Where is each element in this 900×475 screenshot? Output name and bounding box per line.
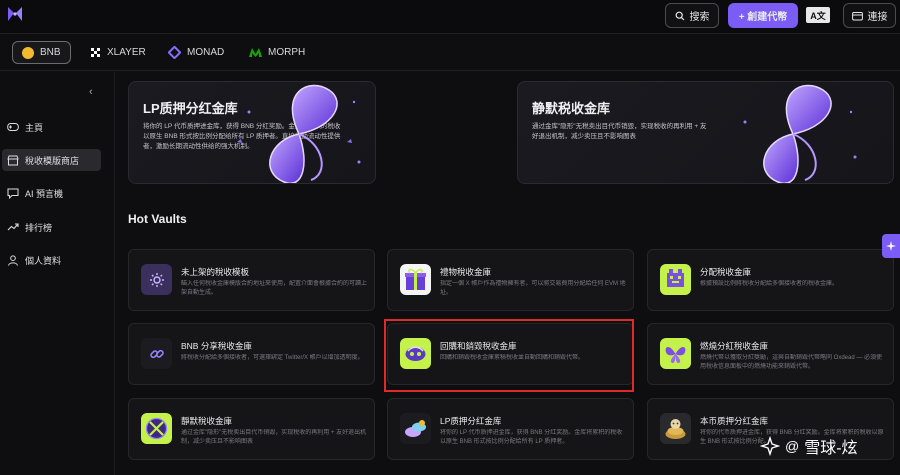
connect-label: 連接 bbox=[867, 12, 888, 23]
sparkle-icon bbox=[886, 241, 896, 251]
language-toggle[interactable]: A文 bbox=[806, 7, 830, 23]
vault-card-title: 禮物稅收金庫 bbox=[440, 267, 492, 277]
monad-icon bbox=[168, 46, 181, 59]
chevron-left-icon[interactable]: ‹ bbox=[89, 86, 93, 98]
highlight-box bbox=[384, 319, 634, 392]
sidebar-item-label: 個人資料 bbox=[25, 255, 62, 266]
watermark-at: @ bbox=[785, 438, 800, 454]
vault-card-gift[interactable]: 禮物稅收金庫 指定一個 X 帳戶作為禮物擁有者，可以將交易費用分配給任何 EVM… bbox=[387, 249, 634, 311]
banner-silent-vault[interactable]: 静默税收金库 通过金库"隐形"无税卖出目代币销毁，实现税收的再利用 + 友好退出… bbox=[517, 81, 894, 184]
search-icon bbox=[675, 11, 684, 20]
vault-card-distribution[interactable]: 分配稅收金庫 根據預設比例將稅收分配給多個接收者的稅收金庫。 bbox=[647, 249, 894, 311]
top-bar: 搜索 + 創建代幣 A文 連接 bbox=[0, 0, 900, 34]
vault-card-burn-dividend[interactable]: 燃燒分紅稅收金庫 燃燒代幣以獲取分紅獎勵，這與自動銷毀代幣略同 Oxdead —… bbox=[647, 323, 894, 385]
sidebar: ‹ 主頁 稅收模版商店 AI 預言機 排行榜 個人資料 bbox=[0, 72, 115, 475]
vault-card-lp-stake[interactable]: LP质押分红金库 将你的 LP 代币质押进金库，获得 BNB 分红奖励。金库将累… bbox=[387, 398, 634, 460]
sidebar-item-label: 主頁 bbox=[25, 122, 44, 133]
morph-icon bbox=[249, 48, 262, 57]
vault-card-description: 将你的 LP 代币质押进金库，获得 BNB 分红奖励。金库将累积的税收以原生 B… bbox=[440, 430, 623, 445]
vault-card-description: 通过金库"隐形"无税卖出目代币销毁，实现税收的再利用 + 友好退出机制，减少卖压… bbox=[181, 430, 367, 445]
banner-lp-staking[interactable]: LP质押分红金库 将你的 LP 代币质押进金库，获得 BNB 分红奖励。金库将累… bbox=[128, 81, 376, 184]
vault-card-description: 燃燒代幣以獲取分紅獎勵，這與自動銷毀代幣略同 Oxdead — 必須使用稅收信息… bbox=[700, 355, 883, 370]
watermark: @ 雪球-炫 bbox=[760, 434, 858, 458]
vault-card-silent[interactable]: 靜默稅收金庫 通过金库"隐形"无税卖出目代币销毁，实现税收的再利用 + 友好退出… bbox=[128, 398, 375, 460]
watermark-text: 雪球-炫 bbox=[804, 440, 858, 457]
wallet-icon bbox=[851, 11, 863, 20]
search-button[interactable]: 搜索 bbox=[665, 3, 719, 28]
banner-title: 静默税收金库 bbox=[532, 101, 611, 116]
chain-tab-label: MONAD bbox=[187, 47, 225, 58]
gamepad-icon bbox=[7, 123, 19, 131]
banner-title: LP质押分红金库 bbox=[143, 101, 238, 116]
create-token-label: + 創建代幣 bbox=[738, 12, 788, 23]
snowball-logo-icon bbox=[760, 436, 780, 456]
butterfly-illustration-icon bbox=[743, 84, 857, 183]
section-title-hot-vaults: Hot Vaults bbox=[128, 212, 187, 226]
butterfly-icon bbox=[660, 338, 691, 369]
banner-description: 通过金库"隐形"无税卖出目代币销毁，实现税收的再利用 + 友好退出机制，减少卖压… bbox=[532, 123, 707, 140]
xlayer-icon bbox=[91, 48, 100, 57]
vault-card-title: 靜默稅收金庫 bbox=[181, 416, 233, 426]
search-label: 搜索 bbox=[689, 12, 710, 23]
side-drawer-tab[interactable] bbox=[882, 234, 900, 258]
chain-tab-morph[interactable]: MORPH bbox=[249, 41, 305, 64]
distribution-icon bbox=[660, 264, 691, 295]
chain-selector: BNB XLAYER MONAD MORPH bbox=[0, 35, 900, 71]
sidebar-item-profile[interactable]: 個人資料 bbox=[2, 249, 101, 271]
sidebar-item-ai-oracle[interactable]: AI 預言機 bbox=[2, 182, 101, 204]
vault-card-title: 分配稅收金庫 bbox=[700, 267, 752, 277]
gift-icon bbox=[400, 264, 431, 295]
chain-tab-label: BNB bbox=[40, 47, 61, 58]
vault-card-bnb-share[interactable]: BNB 分享稅收金庫 將稅收分配給多個接收者，可選擇綁定 Twitter/X 帳… bbox=[128, 323, 375, 385]
chain-tab-monad[interactable]: MONAD bbox=[168, 41, 224, 64]
sidebar-item-home[interactable]: 主頁 bbox=[2, 116, 101, 138]
sidebar-item-label: 稅收模版商店 bbox=[25, 155, 80, 166]
sidebar-item-label: 排行榜 bbox=[25, 222, 53, 233]
vault-card-description: 根據預設比例將稅收分配給多個接收者的稅收金庫。 bbox=[700, 281, 839, 287]
vault-card-description: 指定一個 X 帳戶作為禮物擁有者，可以將交易費用分配給任何 EVM 地址。 bbox=[440, 281, 626, 296]
token-stake-icon bbox=[660, 413, 691, 444]
chain-tab-label: MORPH bbox=[268, 47, 306, 58]
bnb-coin-icon bbox=[22, 46, 34, 59]
store-icon bbox=[7, 155, 19, 165]
sidebar-item-label: AI 預言機 bbox=[25, 188, 64, 199]
chain-tab-bnb[interactable]: BNB bbox=[12, 41, 71, 64]
vault-card-title: 未上架的稅收模板 bbox=[181, 267, 250, 277]
vault-card-unlisted[interactable]: 未上架的稅收模板 瞄入任何稅收金庫模版合約地址來使用，配置介面會根據合約的可讀上… bbox=[128, 249, 375, 311]
butterfly-illustration-icon bbox=[237, 84, 361, 183]
vault-card-title: BNB 分享稅收金庫 bbox=[181, 341, 252, 351]
vault-card-description: 瞄入任何稅收金庫模版合約地址來使用，配置介面會根據合約的可讀上架自動生成。 bbox=[181, 281, 367, 296]
silent-icon bbox=[141, 413, 172, 444]
user-icon bbox=[8, 254, 18, 266]
sidebar-item-store[interactable]: 稅收模版商店 bbox=[2, 149, 101, 171]
sidebar-item-leaderboard[interactable]: 排行榜 bbox=[2, 216, 101, 238]
vault-card-title: LP质押分红金库 bbox=[440, 416, 502, 426]
vault-card-description: 將稅收分配給多個接收者，可選擇綁定 Twitter/X 帳戶以增加透明度。 bbox=[181, 355, 364, 361]
vault-card-title: 本币质押分红金库 bbox=[700, 416, 769, 426]
connect-wallet-button[interactable]: 連接 bbox=[843, 3, 896, 28]
chain-tab-label: XLAYER bbox=[107, 47, 146, 58]
link-icon bbox=[141, 338, 172, 369]
chat-bubble-icon bbox=[7, 188, 19, 199]
language-icon: A文 bbox=[810, 10, 826, 21]
lp-stake-icon bbox=[400, 413, 431, 444]
trend-up-icon bbox=[7, 223, 19, 231]
create-token-button[interactable]: + 創建代幣 bbox=[728, 3, 798, 28]
chain-tab-xlayer[interactable]: XLAYER bbox=[90, 41, 146, 64]
gear-icon bbox=[141, 264, 172, 295]
app-logo-icon[interactable] bbox=[6, 5, 24, 23]
vault-card-title: 燃燒分紅稅收金庫 bbox=[700, 341, 769, 351]
